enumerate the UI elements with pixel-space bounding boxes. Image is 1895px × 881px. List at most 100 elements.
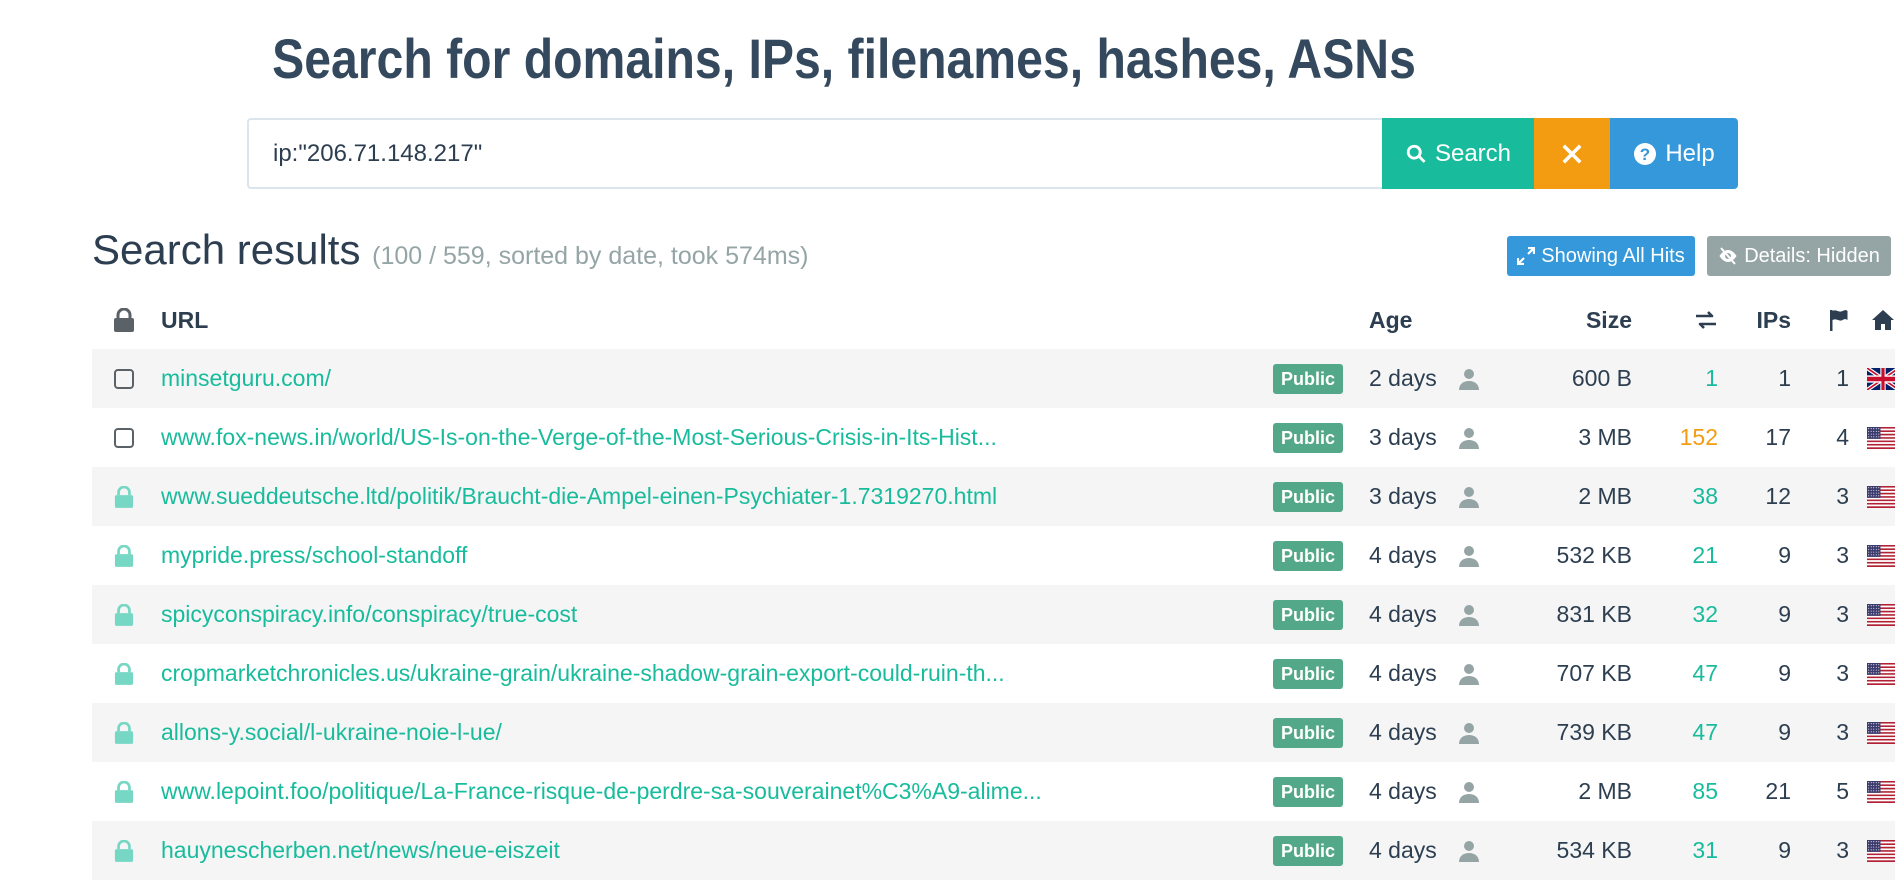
col-ips-label: IPs xyxy=(1756,306,1791,333)
table-row: cropmarketchronicles.us/ukraine-grain/uk… xyxy=(92,644,1895,703)
redirects-count: 47 xyxy=(1692,719,1718,745)
result-link[interactable]: www.fox-news.in/world/US-Is-on-the-Verge… xyxy=(161,424,997,451)
lock-icon xyxy=(114,603,134,626)
result-link[interactable]: allons-y.social/l-ukraine-noie-l-ue/ xyxy=(161,719,502,746)
us-flag-icon xyxy=(1867,603,1895,626)
row-countries: 4 xyxy=(1812,408,1849,467)
redirects-count: 31 xyxy=(1692,837,1718,863)
search-input[interactable] xyxy=(247,118,1382,189)
size-text: 739 KB xyxy=(1556,719,1632,745)
clear-button[interactable] xyxy=(1534,118,1610,189)
row-countries: 5 xyxy=(1812,762,1849,821)
row-ips: 9 xyxy=(1742,644,1791,703)
row-countries: 1 xyxy=(1812,349,1849,408)
result-link[interactable]: www.lepoint.foo/politique/La-France-risq… xyxy=(161,778,1042,805)
results-heading: Search results (100 / 559, sorted by dat… xyxy=(92,226,809,274)
ips-count: 9 xyxy=(1778,542,1791,568)
result-link[interactable]: cropmarketchronicles.us/ukraine-grain/uk… xyxy=(161,660,1005,687)
row-url: allons-y.social/l-ukraine-noie-l-ue/ xyxy=(161,703,1061,762)
col-redirects[interactable] xyxy=(1652,291,1718,349)
result-link[interactable]: spicyconspiracy.info/conspiracy/true-cos… xyxy=(161,601,577,628)
row-visibility: Public xyxy=(1273,349,1344,408)
result-link[interactable]: www.sueddeutsche.ltd/politik/Braucht-die… xyxy=(161,483,997,510)
results-meta: (100 / 559, sorted by date, took 574ms) xyxy=(372,242,809,270)
user-icon xyxy=(1459,722,1479,744)
flag-icon xyxy=(1830,310,1848,331)
age-text: 4 days xyxy=(1369,660,1437,686)
row-redirects: 152 xyxy=(1652,408,1718,467)
row-visibility: Public xyxy=(1273,526,1344,585)
col-home-country[interactable] xyxy=(1865,291,1895,349)
col-url[interactable]: URL xyxy=(161,291,1061,349)
lock-icon xyxy=(114,839,134,862)
countries-count: 1 xyxy=(1836,365,1849,391)
result-link[interactable]: hauynescherben.net/news/neue-eiszeit xyxy=(161,837,560,864)
row-visibility: Public xyxy=(1273,585,1344,644)
result-link[interactable]: minsetguru.com/ xyxy=(161,365,331,392)
search-button[interactable]: Search xyxy=(1382,118,1534,189)
row-visibility: Public xyxy=(1273,467,1344,526)
row-user xyxy=(1454,526,1484,585)
col-lock[interactable] xyxy=(110,291,138,349)
result-link[interactable]: mypride.press/school-standoff xyxy=(161,542,467,569)
row-lock xyxy=(110,467,138,526)
row-flag xyxy=(1865,349,1895,408)
us-flag-icon xyxy=(1867,485,1895,508)
row-flag xyxy=(1865,408,1895,467)
row-redirects: 32 xyxy=(1652,585,1718,644)
search-button-label: Search xyxy=(1434,139,1512,167)
user-icon xyxy=(1459,545,1479,567)
countries-count: 3 xyxy=(1836,719,1849,745)
select-checkbox[interactable] xyxy=(114,427,134,448)
us-flag-icon xyxy=(1867,780,1895,803)
size-text: 2 MB xyxy=(1578,483,1632,509)
row-user xyxy=(1454,703,1484,762)
details-toggle-button[interactable]: Details: Hidden xyxy=(1707,236,1891,276)
row-url: hauynescherben.net/news/neue-eiszeit xyxy=(161,821,1061,880)
row-size: 739 KB xyxy=(1512,703,1632,762)
visibility-badge: Public xyxy=(1273,717,1344,748)
redirects-count: 32 xyxy=(1692,601,1718,627)
redirects-count: 38 xyxy=(1692,483,1718,509)
row-lock[interactable] xyxy=(110,349,138,408)
age-text: 4 days xyxy=(1369,837,1437,863)
showing-all-hits-button[interactable]: Showing All Hits xyxy=(1507,236,1695,276)
redirects-count: 47 xyxy=(1692,660,1718,686)
ips-count: 21 xyxy=(1765,778,1791,804)
row-lock[interactable] xyxy=(110,408,138,467)
col-age-label: Age xyxy=(1369,306,1413,333)
col-age[interactable]: Age xyxy=(1369,291,1469,349)
col-size[interactable]: Size xyxy=(1512,291,1632,349)
us-flag-icon xyxy=(1867,662,1895,685)
col-countries[interactable] xyxy=(1812,291,1849,349)
countries-count: 3 xyxy=(1836,601,1849,627)
col-ips[interactable]: IPs xyxy=(1742,291,1791,349)
row-url: www.lepoint.foo/politique/La-France-risq… xyxy=(161,762,1061,821)
search-icon xyxy=(1406,144,1426,163)
age-text: 2 days xyxy=(1369,365,1437,391)
row-ips: 21 xyxy=(1742,762,1791,821)
eye-slash-icon xyxy=(1719,247,1737,265)
countries-count: 4 xyxy=(1836,424,1849,450)
exchange-icon xyxy=(1696,311,1716,329)
lock-icon xyxy=(114,662,134,685)
row-lock xyxy=(110,821,138,880)
gb-flag-icon xyxy=(1867,367,1895,390)
select-checkbox[interactable] xyxy=(114,368,134,389)
results-table: URL Age Size IPs minsetguru.com/Public 2 … xyxy=(92,291,1895,880)
details-label: Details: Hidden xyxy=(1744,244,1880,267)
user-icon xyxy=(1459,604,1479,626)
user-icon xyxy=(1459,368,1479,390)
row-lock xyxy=(110,585,138,644)
redirects-count: 21 xyxy=(1692,542,1718,568)
help-button[interactable]: ? Help xyxy=(1610,118,1738,189)
table-header: URL Age Size IPs xyxy=(92,291,1895,349)
col-url-label: URL xyxy=(161,306,209,333)
row-countries: 3 xyxy=(1812,585,1849,644)
us-flag-icon xyxy=(1867,839,1895,862)
age-text: 4 days xyxy=(1369,601,1437,627)
redirects-count: 1 xyxy=(1705,365,1718,391)
visibility-badge: Public xyxy=(1273,776,1344,807)
countries-count: 5 xyxy=(1836,778,1849,804)
row-size: 2 MB xyxy=(1512,762,1632,821)
